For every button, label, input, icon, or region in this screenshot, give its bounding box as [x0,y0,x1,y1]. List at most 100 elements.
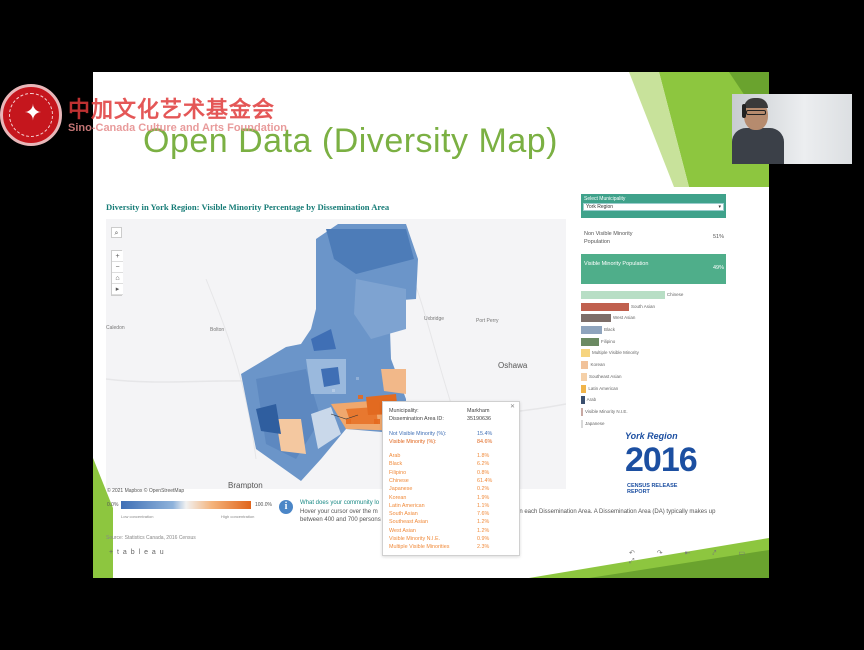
group-bar[interactable] [581,314,611,323]
tooltip-group-value: 0.2% [477,486,490,493]
tooltip-group-name: Arab [389,453,401,459]
viz-title: Diversity in York Region: Visible Minori… [106,202,390,212]
visible-minority-box[interactable] [581,254,726,284]
tooltip-group-name: Southeast Asian [389,519,428,526]
vis-label: Visible Minority Population [584,261,649,267]
map-label-oshawa: Oshawa [498,361,528,370]
webcam-video [732,94,852,164]
data-source: Source: Statistics Canada, 2016 Census [106,535,196,541]
map-copyright: © 2021 Mapbox © OpenStreetMap [107,488,185,494]
group-bar[interactable] [581,419,583,428]
group-bar-row[interactable]: Multiple Visible Minority [581,348,731,360]
group-bar-label: Filipino [600,338,616,344]
tooltip-group-name: Black [389,461,403,468]
municipality-dropdown[interactable]: York Region ▾ [583,203,724,211]
yr-subtitle: CENSUS RELEASE REPORT [627,483,678,495]
group-bar-row[interactable]: Korean [581,360,731,372]
tooltip-group-row: West Asian 1.2% [389,528,515,535]
group-bar[interactable] [581,361,589,370]
group-bar-row[interactable]: Arab [581,395,731,407]
tooltip-group-name: Filipino [389,469,407,476]
zoom-in-icon[interactable]: + [112,251,123,262]
york-region-2016-logo: York Region 2016 CENSUS RELEASE REPORT [625,427,698,495]
group-bar-label: Chinese [666,292,684,297]
tooltip-group-row: Korean 1.9% [389,495,515,502]
map-tooltip: ✕ Municipality: Markham Dissemination Ar… [382,401,520,556]
maple-leaf-icon: ✦ [23,100,43,125]
group-bar[interactable] [581,291,665,299]
tooltip-group-value: 1.2% [477,527,490,534]
tooltip-group-value: 0.8% [477,469,490,476]
group-bar[interactable] [581,337,599,346]
tooltip-group-row: Filipino 0.8% [389,470,515,477]
map-toolbar: ⌕ + − ⌂ ▸ [111,227,123,296]
tooltip-group-row: Chinese 61.4% [389,478,515,485]
nonvis-percent: 51% [713,234,725,240]
group-bar[interactable] [581,407,583,416]
tooltip-group-value: 1.8% [477,453,490,459]
legend-max: 100.0% [255,502,272,508]
tableau-logo[interactable]: + t a b l e a u [109,549,165,556]
tooltip-group-name: Multiple Visible Minorities [389,544,450,551]
map-search-icon[interactable]: ⌕ [111,227,122,238]
tooltip-group-value: 1.1% [477,502,490,509]
tooltip-group-row: Latin American 1.1% [389,503,515,510]
group-bar-label: Arab [586,397,597,403]
tooltip-group-value: 1.2% [477,519,490,526]
group-bar-row[interactable]: Chinese [581,290,731,302]
map-label-brampton: Brampton [228,481,263,489]
map-label-port-perry: Port Perry [476,318,499,324]
group-bar-row[interactable]: Black [581,325,731,337]
info-icon: i [279,500,293,514]
group-bar[interactable] [581,372,587,381]
foundation-name-cn: 中加文化艺术基金会 [68,97,276,122]
tooltip-group-name: West Asian [389,527,416,534]
group-bar-label: Visible Minority N.I.E. [585,408,628,414]
tooltip-group-row: Southeast Asian 1.2% [389,519,515,526]
tooltip-row-nonvis: Not Visible Minority (%): 15.4% [389,431,493,437]
map-label-uxbridge: Uxbridge [424,316,445,322]
group-bar-row[interactable]: Southeast Asian [581,372,731,384]
tooltip-group-name: Korean [389,494,407,501]
group-bar-label: South Asian [630,303,655,309]
tooltip-group-row: Black 6.2% [389,461,515,468]
foundation-name-en: Sino-Canada Culture and Arts Foundation [68,122,287,134]
zoom-out-icon[interactable]: − [112,262,123,273]
filter-label: Select Municipality [584,196,626,202]
tooltip-row-municipality: Municipality: Markham [389,408,490,414]
info-heading: What does your community lo [300,500,380,506]
map-label-caledon: Caledon [106,325,125,331]
group-bar-label: Multiple Visible Minority [591,350,639,356]
screen: Open Data (Diversity Map) Diversity in Y… [0,0,864,650]
nonvis-label: Non Visible Minority Population [584,231,633,245]
tooltip-group-name: Latin American [389,502,425,509]
viz-toolbar-icons[interactable]: ↶ ↷ ⇤ ⤤ ▭ ⤢ [629,549,769,566]
group-bar[interactable] [581,302,629,311]
tooltip-group-name: Japanese [389,486,413,493]
group-bar-row[interactable]: Visible Minority N.I.E. [581,407,731,419]
tooltip-group-row: Multiple Visible Minorities 2.3% [389,544,515,551]
group-bar-row[interactable]: South Asian [581,302,731,314]
yr-name: York Region [625,431,678,441]
yr-year: 2016 [625,441,698,479]
tooltip-group-value: 2.3% [477,544,490,551]
map-zoom-controls: + − ⌂ ▸ [111,250,123,296]
play-icon[interactable]: ▸ [112,284,123,295]
group-bar-row[interactable]: Filipino [581,337,731,349]
group-bar-row[interactable]: West Asian [581,313,731,325]
tooltip-group-row: Japanese 0.2% [389,486,515,493]
group-bar-chart: Chinese South Asian West Asian Black Filipin… [581,290,731,430]
group-bar[interactable] [581,384,587,393]
vis-percent: 49% [713,265,725,271]
home-icon[interactable]: ⌂ [112,273,123,284]
tooltip-group-value: 6.2% [477,461,490,468]
group-bar[interactable] [581,396,585,405]
legend-color-bar [121,501,251,509]
group-bar[interactable] [581,326,602,335]
group-bar-row[interactable]: Latin American [581,384,731,396]
group-bar-label: West Asian [612,315,636,321]
foundation-logo: ✦ [0,84,62,146]
tooltip-group-name: Chinese [389,477,409,484]
group-bar[interactable] [581,349,590,358]
group-bar-label: Southeast Asian [588,373,622,379]
